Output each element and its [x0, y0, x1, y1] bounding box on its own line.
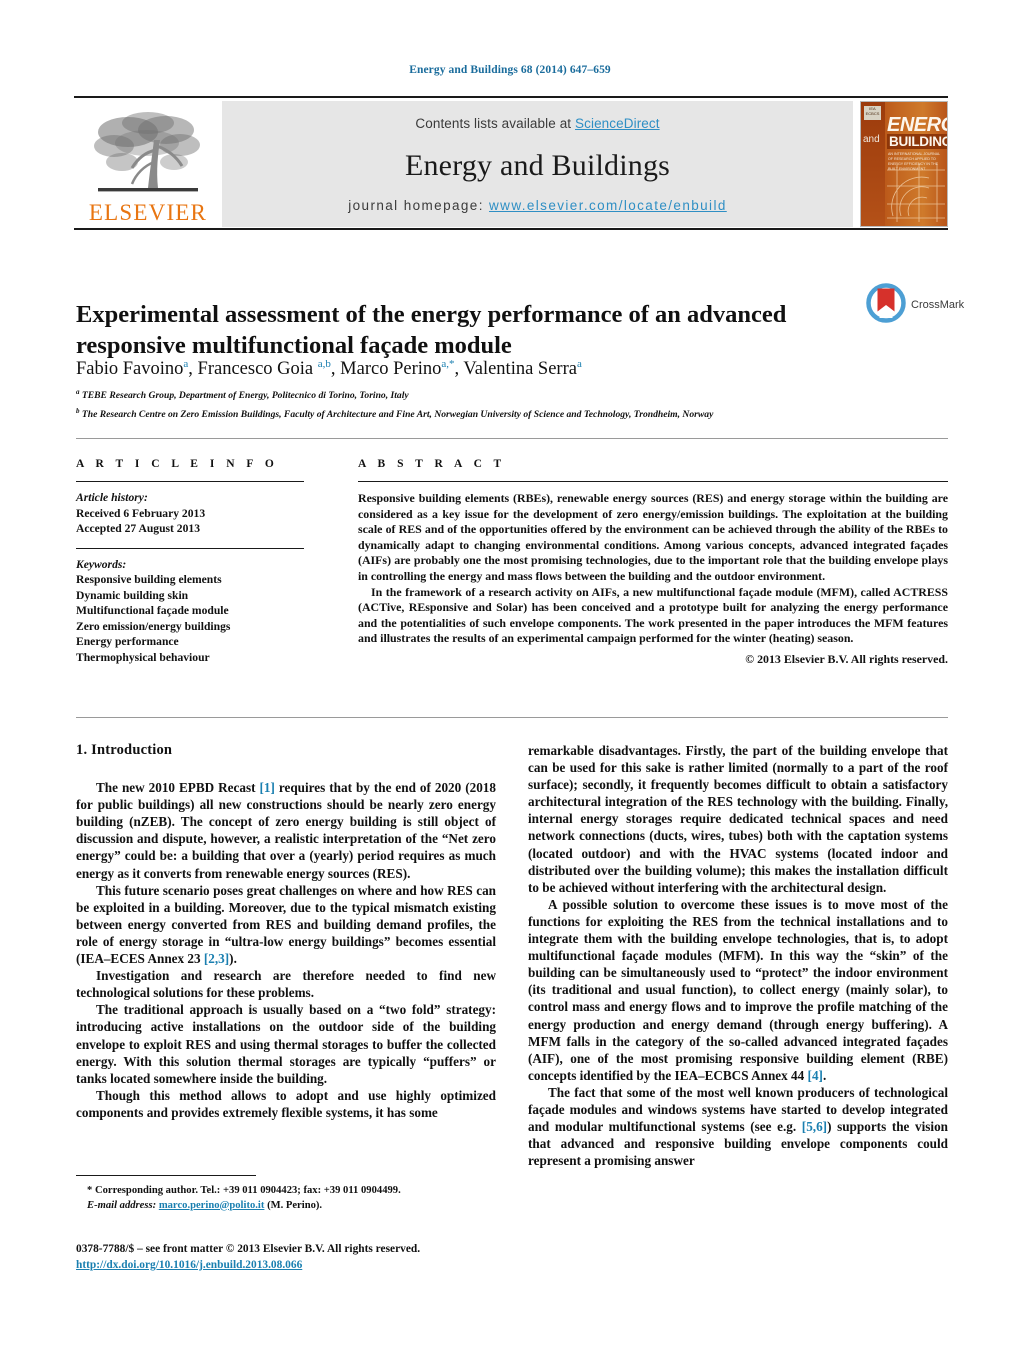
cover-buildings-text: BUILDINGS [887, 134, 947, 149]
issn-line: 0378-7788/$ – see front matter © 2013 El… [76, 1243, 421, 1255]
abstract-copyright: © 2013 Elsevier B.V. All rights reserved… [745, 651, 948, 666]
running-head: Energy and Buildings 68 (2014) 647–659 [409, 64, 611, 76]
sciencedirect-link[interactable]: ScienceDirect [575, 116, 660, 131]
email-suffix: (M. Perino). [267, 1199, 323, 1211]
article-info-rule-2 [76, 547, 304, 549]
crossmark-badge[interactable]: CrossMark [866, 282, 964, 328]
corresponding-author-note: * Corresponding author. Tel.: +39 011 09… [87, 1185, 401, 1196]
citation-link[interactable]: [2,3] [204, 951, 229, 966]
contents-prefix: Contents lists available at [415, 116, 576, 131]
body-paragraph: The traditional approach is usually base… [76, 1002, 496, 1086]
keyword-item: Responsive building elements [76, 573, 222, 586]
keyword-item: Dynamic building skin [76, 588, 189, 602]
journal-band: Contents lists available at ScienceDirec… [222, 101, 853, 227]
article-info-heading: A R T I C L E I N F O [76, 458, 279, 470]
body-column-left: 1. Introduction The new 2010 EPBD Recast… [76, 742, 496, 1121]
crossmark-icon [866, 282, 906, 328]
body-paragraph: The fact that some of the most well know… [528, 1084, 948, 1169]
article-history-label: Article history: [76, 491, 148, 504]
keyword-item: Thermophysical behaviour [76, 650, 210, 664]
affiliation-list: a TEBE Research Group, Department of Ene… [76, 385, 946, 422]
elsevier-tree-icon [92, 110, 204, 202]
body-paragraph: A possible solution to overcome these is… [528, 896, 948, 1083]
abstract-rule [358, 481, 948, 482]
journal-homepage-link[interactable]: www.elsevier.com/locate/enbuild [489, 198, 727, 213]
keyword-item: Zero emission/energy buildings [76, 619, 231, 633]
abstract-paragraph: Responsive building elements (RBEs), ren… [358, 491, 948, 583]
cover-arc-graphic-icon [885, 164, 947, 226]
crossmark-label: CrossMark [911, 299, 965, 311]
journal-masthead: ELSEVIER Contents lists available at Sci… [74, 96, 948, 230]
elsevier-logo: ELSEVIER [74, 101, 222, 227]
citation-link[interactable]: [1] [260, 780, 275, 795]
journal-cover-thumbnail: IEAECBCS and ENERGY BUILDINGS AN INTERNA… [860, 101, 948, 227]
email-label: E-mail address: [87, 1199, 157, 1211]
affiliation-item: b The Research Centre on Zero Emission B… [76, 406, 714, 420]
keywords-label: Keywords: [76, 557, 127, 571]
body-paragraph: Though this method allows to adopt and u… [76, 1087, 496, 1120]
citation-link[interactable]: [4] [808, 1068, 823, 1083]
body-paragraph: The new 2010 EPBD Recast [1] requires th… [76, 780, 496, 881]
footnote-rule [76, 1175, 256, 1176]
journal-title: Energy and Buildings [404, 149, 671, 182]
email-link[interactable]: marco.perino@polito.it [159, 1200, 265, 1211]
keyword-item: Energy performance [76, 635, 179, 648]
journal-article-page: Energy and Buildings 68 (2014) 647–659 E… [0, 0, 1020, 1351]
body-column-right: remarkable disadvantages. Firstly, the p… [528, 742, 948, 1169]
article-history-block: Article history: Received 6 February 201… [76, 490, 304, 537]
article-history-received: Received 6 February 2013 [76, 506, 206, 520]
keyword-item: Multifunctional façade module [76, 604, 229, 617]
cover-and-text: and [863, 134, 880, 145]
body-paragraph: Investigation and research are therefore… [76, 968, 496, 1001]
affiliation-item: a TEBE Research Group, Department of Ene… [76, 388, 409, 402]
article-history-accepted: Accepted 27 August 2013 [76, 522, 200, 535]
cover-stamp-icon: IEA ECBCS [864, 106, 881, 120]
abstract-body: Responsive building elements (RBEs), ren… [358, 491, 948, 647]
article-info-rule-1 [76, 481, 304, 482]
abstract-column: A B S T R A C T Responsive building elem… [358, 458, 948, 667]
doi-link[interactable]: http://dx.doi.org/10.1016/j.enbuild.2013… [76, 1259, 302, 1271]
elsevier-wordmark: ELSEVIER [88, 200, 208, 225]
cover-sidebar [861, 102, 885, 226]
section-heading-introduction: 1. Introduction [76, 742, 173, 758]
homepage-prefix: journal homepage: [348, 198, 490, 213]
body-paragraph: This future scenario poses great challen… [76, 882, 496, 967]
info-section-top-rule [76, 438, 948, 439]
imprint-block: 0378-7788/$ – see front matter © 2013 El… [76, 1242, 536, 1273]
article-info-column: A R T I C L E I N F O Article history: R… [76, 458, 304, 665]
journal-homepage-line: journal homepage: www.elsevier.com/locat… [222, 198, 853, 213]
body-paragraph: remarkable disadvantages. Firstly, the p… [528, 743, 948, 895]
info-section-bottom-rule [76, 717, 948, 718]
abstract-heading: A B S T R A C T [358, 458, 506, 470]
keywords-block: Keywords: Responsive building elements D… [76, 557, 304, 666]
abstract-paragraph: In the framework of a research activity … [358, 584, 948, 646]
contents-line: Contents lists available at ScienceDirec… [222, 116, 853, 131]
footnote-block: * Corresponding author. Tel.: +39 011 09… [76, 1184, 496, 1213]
citation-link[interactable]: [5,6] [802, 1119, 827, 1134]
email-note: E-mail address: marco.perino@polito.it (… [76, 1199, 496, 1214]
author-list: Fabio Favoinoa, Francesco Goia a,b, Marc… [76, 358, 582, 380]
